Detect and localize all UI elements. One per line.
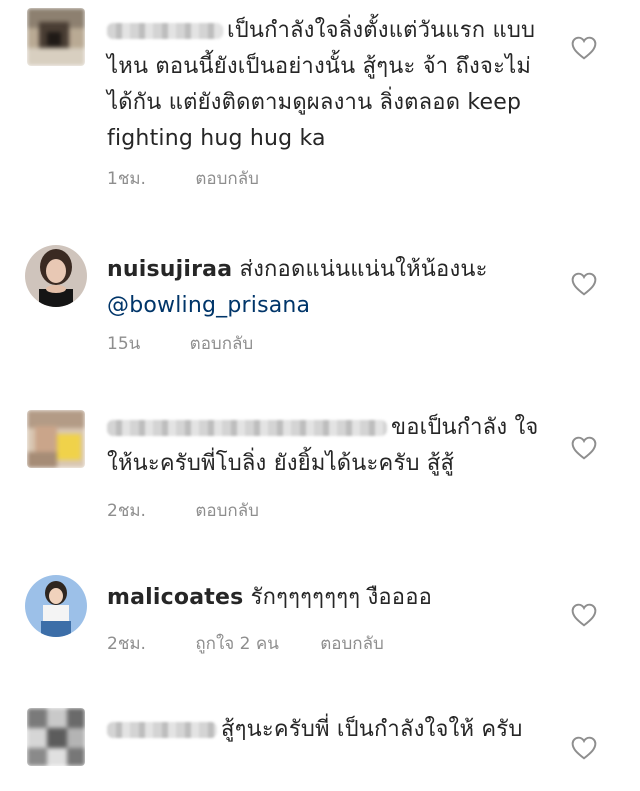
- comment-text: ส่งกอดแน่นแน่นให้น้องนะ: [239, 257, 488, 282]
- heart-outline-icon[interactable]: [571, 436, 597, 460]
- comment-time: 2ชม.: [107, 501, 146, 521]
- comment-body: สู้ๆนะครับพี่ เป็นกำลังใจให้ ครับ: [107, 712, 547, 748]
- comment-time: 2ชม.: [107, 634, 146, 654]
- comment-body: ขอเป็นกำลัง ใจให้นะครับพี่โบลิ่ง ยังยิ้ม…: [107, 410, 547, 482]
- username[interactable]: malicoates: [107, 585, 243, 610]
- blurred-username[interactable]: [107, 420, 387, 436]
- comment-text: รักๆๆๆๆๆๆๆ งืออออ: [250, 585, 433, 610]
- blurred-username[interactable]: [107, 722, 217, 738]
- reply-button[interactable]: ตอบกลับ: [195, 501, 259, 521]
- heart-outline-icon[interactable]: [571, 736, 597, 760]
- comment-meta: 2ชม. ถูกใจ 2 คน ตอบกลับ: [107, 630, 428, 657]
- blurred-username[interactable]: [107, 23, 223, 39]
- comment-body: เป็นกำลังใจลิ่งตั้งแต่วันแรก แบบไหน ตอนน…: [107, 13, 547, 157]
- username[interactable]: nuisujiraa: [107, 257, 232, 282]
- comment-meta: 1ชม. ตอบกลับ: [107, 165, 303, 192]
- avatar[interactable]: [27, 8, 85, 66]
- heart-outline-icon[interactable]: [571, 36, 597, 60]
- comment-meta: 15น ตอบกลับ: [107, 330, 297, 357]
- comment-time: 1ชม.: [107, 169, 146, 189]
- reply-button[interactable]: ตอบกลับ: [320, 634, 384, 654]
- likes-count[interactable]: ถูกใจ 2 คน: [195, 634, 278, 654]
- reply-button[interactable]: ตอบกลับ: [195, 169, 259, 189]
- avatar[interactable]: [25, 245, 87, 307]
- avatar[interactable]: [27, 410, 85, 468]
- comment-text: สู้ๆนะครับพี่ เป็นกำลังใจให้ ครับ: [221, 717, 523, 742]
- mention-link[interactable]: @bowling_prisana: [107, 293, 310, 318]
- comment-body: malicoates รักๆๆๆๆๆๆๆ งืออออ: [107, 580, 547, 616]
- heart-outline-icon[interactable]: [571, 603, 597, 627]
- comment-body: nuisujiraa ส่งกอดแน่นแน่นให้น้องนะ @bowl…: [107, 252, 547, 324]
- avatar[interactable]: [27, 708, 85, 766]
- comment-meta: 2ชม. ตอบกลับ: [107, 497, 303, 524]
- heart-outline-icon[interactable]: [571, 272, 597, 296]
- reply-button[interactable]: ตอบกลับ: [190, 334, 254, 354]
- avatar[interactable]: [25, 575, 87, 637]
- comment-time: 15น: [107, 334, 141, 354]
